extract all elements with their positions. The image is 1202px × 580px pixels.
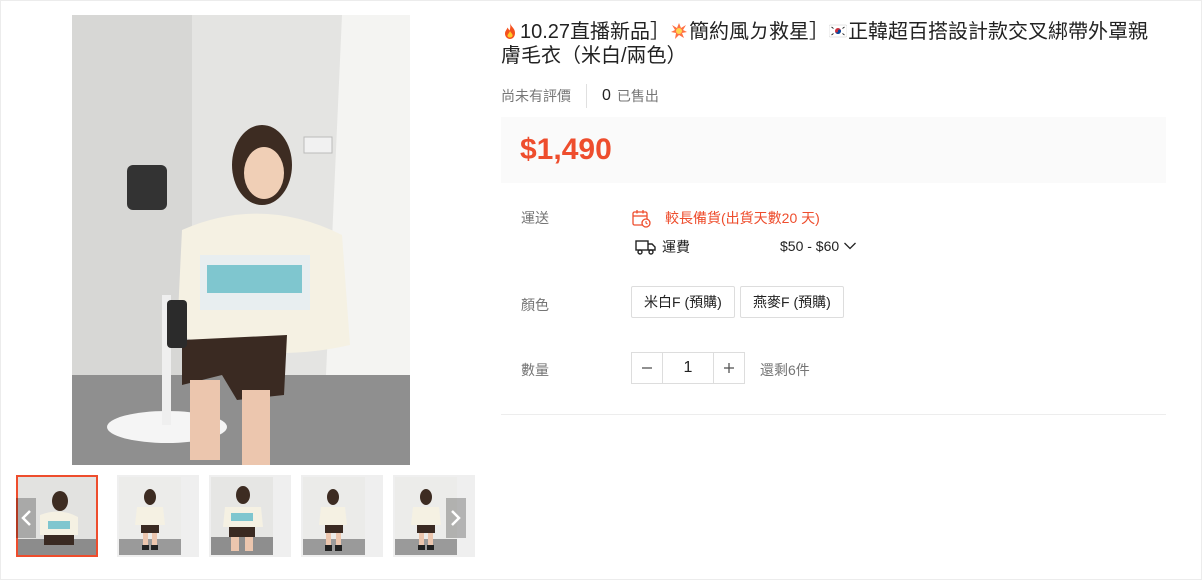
gallery-next-button[interactable] <box>446 498 466 538</box>
color-label: 顏色 <box>521 297 549 313</box>
chevron-left-icon <box>21 510 31 526</box>
sold-label: 已售出 <box>616 88 659 104</box>
thumbnail-4[interactable] <box>301 475 383 557</box>
color-option-oat[interactable]: 燕麥F (預購) <box>740 286 844 318</box>
quantity-stepper: 1 <box>631 352 745 384</box>
quantity-increase-button[interactable] <box>713 352 745 384</box>
section-divider <box>501 414 1166 415</box>
shipping-label: 運送 <box>521 210 549 226</box>
stock-remaining: 還剩6件 <box>760 362 810 378</box>
chevron-down-icon <box>844 242 857 250</box>
calendar-icon <box>632 210 651 228</box>
shipping-warning: 較長備貨(出貨天數20 天) <box>631 208 820 228</box>
thumbnail-strip <box>16 475 475 557</box>
title-hot-text: 10.27直播新品］ <box>520 21 671 43</box>
sold-count: 0 <box>602 87 611 104</box>
fire-icon <box>505 23 515 39</box>
quantity-decrease-button[interactable] <box>631 352 663 384</box>
color-option-ivory[interactable]: 米白F (預購) <box>631 286 735 318</box>
title-boom-text: 簡約風ㄉ救星］ <box>689 21 830 43</box>
quantity-label: 數量 <box>521 362 549 378</box>
product-price: $1,490 <box>520 133 612 166</box>
explosion-icon <box>671 23 688 39</box>
rating-divider <box>586 84 587 108</box>
rating-row: 尚未有評價 0 已售出 <box>501 84 659 108</box>
shipping-warning-text: 較長備貨(出貨天數20 天) <box>665 210 820 226</box>
product-title: 10.27直播新品］ 簡約風ㄉ救星］ 正韓超百搭設計款交叉綁帶外罩親膚毛衣（米白/兩… <box>501 20 1161 68</box>
thumbnail-3[interactable] <box>209 475 291 557</box>
plus-icon <box>724 363 734 373</box>
main-product-image[interactable] <box>72 15 410 465</box>
shipping-fee-range: $50 - $60 <box>780 238 840 254</box>
shipping-fee-dropdown[interactable]: $50 - $60 <box>780 238 857 254</box>
price-box: $1,490 <box>501 117 1166 183</box>
quantity-input[interactable]: 1 <box>663 352 713 384</box>
shipping-fee-label: 運費 <box>662 239 690 255</box>
rating-text: 尚未有評價 <box>501 88 571 104</box>
truck-icon <box>635 240 656 255</box>
minus-icon <box>642 367 652 369</box>
shipping-fee: 運費 <box>635 237 690 257</box>
korea-flag-icon <box>829 24 848 38</box>
thumbnail-2[interactable] <box>117 475 199 557</box>
gallery-prev-button[interactable] <box>16 498 36 538</box>
chevron-right-icon <box>451 510 461 526</box>
